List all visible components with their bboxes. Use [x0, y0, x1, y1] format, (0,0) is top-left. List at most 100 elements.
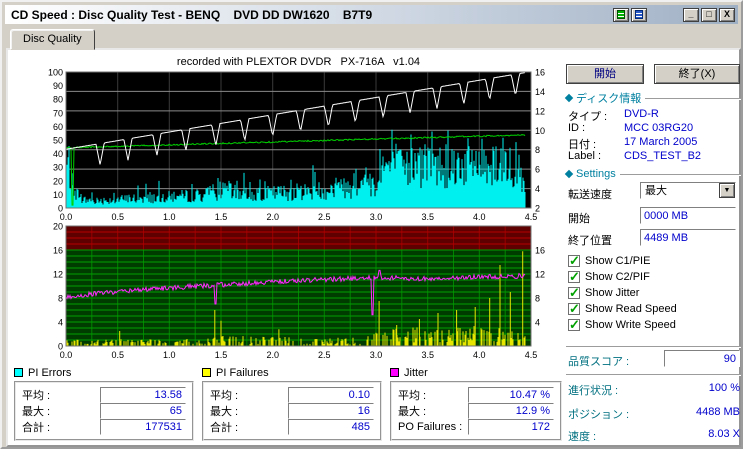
show-c2-pif-row: Show C2/PIF — [568, 269, 650, 285]
svg-text:16: 16 — [535, 246, 545, 256]
minimize-button[interactable]: _ — [683, 7, 699, 22]
export-report-icon-button[interactable] — [613, 7, 629, 22]
quality-score-label: 品質スコア : — [568, 356, 630, 368]
start-position-field[interactable]: 0000 MB — [640, 207, 736, 224]
svg-text:70: 70 — [53, 108, 63, 118]
end-position-field[interactable]: 4489 MB — [640, 229, 736, 246]
pi-failures-max-value: 16 — [288, 403, 374, 419]
pi-failures-total-value: 485 — [288, 419, 374, 435]
jitter-swatch-icon — [390, 368, 399, 377]
title-bar[interactable]: CD Speed : Disc Quality Test - BENQ DVD … — [5, 5, 738, 24]
svg-text:4.0: 4.0 — [473, 350, 486, 360]
section-bullet-icon — [564, 169, 574, 179]
svg-text:2.0: 2.0 — [266, 350, 279, 360]
svg-text:50: 50 — [53, 136, 63, 146]
svg-text:3.5: 3.5 — [421, 350, 434, 360]
svg-text:16: 16 — [53, 246, 63, 256]
blue-document-icon — [635, 9, 643, 19]
svg-text:8: 8 — [58, 294, 63, 304]
disc-id-label: ID : — [568, 122, 586, 134]
svg-text:1.0: 1.0 — [163, 350, 176, 360]
svg-text:3.0: 3.0 — [370, 350, 383, 360]
svg-text:0.0: 0.0 — [60, 350, 73, 360]
divider — [566, 346, 741, 348]
chevron-down-icon[interactable]: ▼ — [719, 183, 735, 198]
svg-text:14: 14 — [535, 87, 545, 97]
svg-text:2.5: 2.5 — [318, 350, 331, 360]
svg-text:100: 100 — [48, 68, 63, 78]
disc-date-value: 17 March 2005 — [624, 136, 698, 148]
section-bullet-icon — [564, 93, 574, 103]
show-read-speed-checkbox[interactable] — [568, 301, 580, 317]
pi-errors-panel: PI Errors 平均 :13.58 最大 :65 合計 :177531 — [14, 366, 194, 441]
jitter-title: Jitter — [404, 366, 428, 379]
show-write-speed-checkbox[interactable] — [568, 317, 580, 333]
svg-text:1.0: 1.0 — [163, 212, 176, 222]
jitter-panel: Jitter 平均 :10.47 % 最大 :12.9 % PO Failure… — [390, 366, 562, 441]
svg-text:8: 8 — [535, 294, 540, 304]
transfer-speed-label: 転送速度 — [568, 189, 612, 201]
maximize-button[interactable]: □ — [701, 7, 717, 22]
section-rule — [645, 97, 741, 100]
settings-header: Settings — [564, 168, 741, 180]
disc-info-header: ディスク情報 — [564, 90, 741, 106]
tab-disc-quality[interactable]: Disc Quality — [10, 29, 95, 50]
svg-text:80: 80 — [53, 95, 63, 105]
start-button[interactable]: 開始 — [566, 64, 644, 84]
po-failures-value: 172 — [468, 419, 554, 435]
divider — [566, 374, 741, 376]
pi-failures-swatch-icon — [202, 368, 211, 377]
pi-failures-title: PI Failures — [216, 366, 269, 379]
svg-text:0.0: 0.0 — [60, 212, 73, 222]
stat-row: 平均 :0.10 — [210, 387, 374, 403]
svg-text:0.5: 0.5 — [111, 212, 124, 222]
svg-text:2.0: 2.0 — [266, 212, 279, 222]
pi-failures-panel: PI Failures 平均 :0.10 最大 :16 合計 :485 — [202, 366, 382, 441]
stat-row: 合計 :177531 — [22, 419, 186, 435]
exit-button[interactable]: 終了(X) — [654, 64, 740, 84]
disc-id-value: MCC 03RG20 — [624, 122, 694, 134]
show-write-speed-row: Show Write Speed — [568, 317, 676, 333]
start-position-label: 開始 — [568, 213, 590, 225]
svg-text:60: 60 — [53, 122, 63, 132]
tab-page: recorded with PLEXTOR DVDR PX-716A v1.04… — [6, 48, 741, 447]
show-c1-pie-checkbox[interactable] — [568, 253, 580, 269]
show-c1-pie-row: Show C1/PIE — [568, 253, 650, 269]
svg-text:4: 4 — [535, 318, 540, 328]
svg-text:10: 10 — [535, 126, 545, 136]
pi-errors-max-value: 65 — [100, 403, 186, 419]
stat-row: 合計 :485 — [210, 419, 374, 435]
svg-text:4.5: 4.5 — [525, 212, 538, 222]
stat-row: 最大 :12.9 % — [398, 403, 554, 419]
speed-value: 8.03 X — [708, 428, 740, 440]
green-document-icon — [617, 9, 625, 19]
pi-errors-average-value: 13.58 — [100, 387, 186, 403]
screenshot-icon-button[interactable] — [631, 7, 647, 22]
svg-text:3.5: 3.5 — [421, 212, 434, 222]
svg-text:4.0: 4.0 — [473, 212, 486, 222]
svg-text:20: 20 — [53, 176, 63, 186]
recorded-with-note: recorded with PLEXTOR DVDR PX-716A v1.04 — [176, 56, 421, 68]
position-value: 4488 MB — [695, 406, 740, 418]
window-title: CD Speed : Disc Quality Test - BENQ DVD … — [11, 7, 373, 22]
svg-text:4: 4 — [535, 184, 540, 194]
svg-text:4: 4 — [58, 318, 63, 328]
show-c2-pif-checkbox[interactable] — [568, 269, 580, 285]
disc-label-value: CDS_TEST_B2 — [624, 150, 702, 162]
transfer-speed-select[interactable]: 最大 ▼ — [640, 182, 736, 199]
show-jitter-row: Show Jitter — [568, 285, 639, 301]
pi-errors-title: PI Errors — [28, 366, 72, 379]
svg-text:16: 16 — [535, 68, 545, 78]
transfer-speed-value: 最大 — [645, 185, 667, 197]
end-position-label: 終了位置 — [568, 235, 612, 247]
close-button[interactable]: X — [719, 7, 735, 22]
svg-text:3.0: 3.0 — [370, 212, 383, 222]
svg-text:90: 90 — [53, 81, 63, 91]
svg-text:0.5: 0.5 — [111, 350, 124, 360]
pi-errors-speed-chart: 10090807060504030201001614121086420.0 0.5… — [48, 68, 545, 222]
svg-text:12: 12 — [535, 106, 545, 116]
jitter-average-value: 10.47 % — [468, 387, 554, 403]
speed-label: 速度 : — [568, 431, 597, 443]
svg-text:12: 12 — [53, 270, 63, 280]
show-jitter-checkbox[interactable] — [568, 285, 580, 301]
